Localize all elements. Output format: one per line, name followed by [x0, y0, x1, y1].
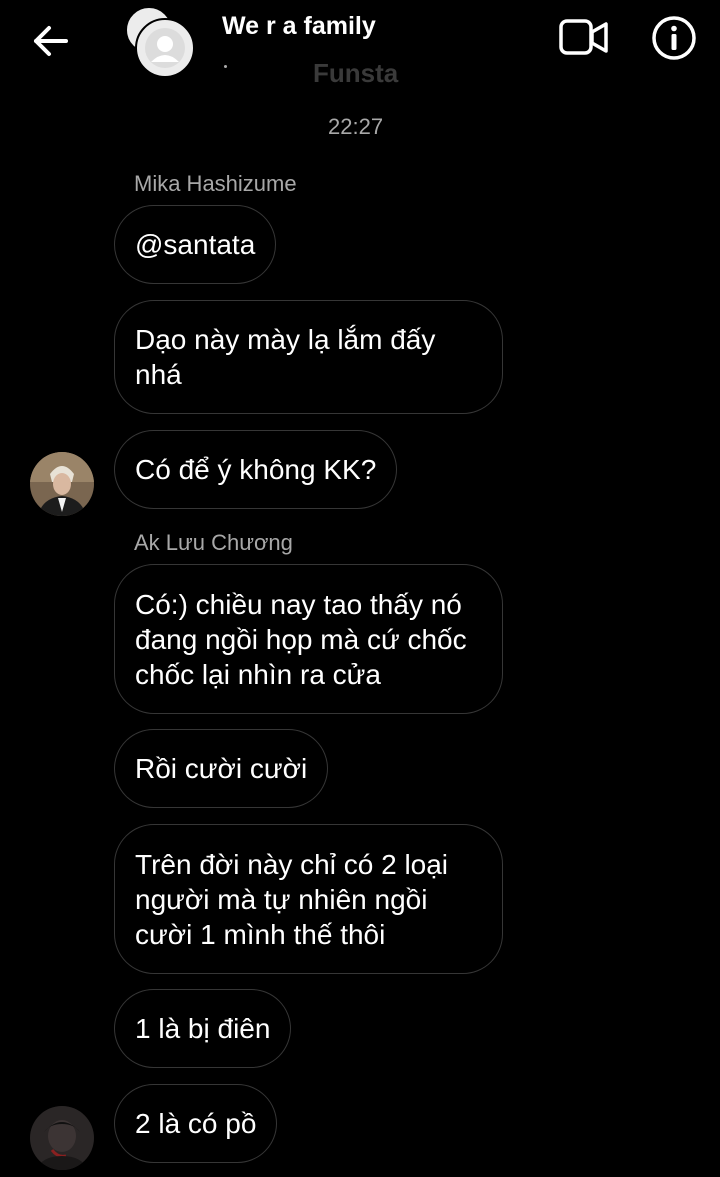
- group-avatar[interactable]: [125, 6, 197, 78]
- chat-subtitle: Funsta: [313, 58, 399, 88]
- info-button[interactable]: [651, 15, 697, 61]
- sender-name: Ak Lưu Chương: [134, 530, 293, 555]
- message-text: 2 là có pồ: [135, 1108, 257, 1139]
- message-bubble[interactable]: Rồi cười cười: [114, 729, 329, 808]
- sender-name: Mika Hashizume: [134, 171, 297, 196]
- message-bubble[interactable]: Trên đời này chỉ có 2 loại người mà tự n…: [114, 824, 503, 974]
- message-text: 1 là bị điên: [135, 1013, 271, 1044]
- message-timestamp: 22:27: [328, 114, 384, 139]
- video-call-button[interactable]: [558, 16, 610, 60]
- video-camera-icon: [559, 19, 608, 55]
- profile-photo: [30, 1106, 94, 1170]
- arrow-left-icon: [34, 26, 68, 56]
- message-text: Trên đời này chỉ có 2 loại người mà tự n…: [135, 848, 449, 950]
- message-bubble[interactable]: @santata: [114, 205, 277, 284]
- status-dot: [224, 65, 227, 68]
- message-bubble[interactable]: Dạo này mày lạ lắm đấy nhá: [114, 300, 503, 414]
- message-text: Có:) chiều nay tao thấy nó đang ngồi họp…: [135, 588, 467, 690]
- message-text: Có để ý không KK?: [135, 454, 377, 485]
- chat-title[interactable]: We r a family: [222, 12, 376, 41]
- message-text: Rồi cười cười: [135, 753, 308, 784]
- message-bubble[interactable]: Có để ý không KK?: [114, 430, 398, 509]
- message-bubble[interactable]: 2 là có pồ: [114, 1084, 278, 1163]
- back-button[interactable]: [28, 20, 72, 64]
- sender-avatar[interactable]: [30, 1106, 94, 1170]
- message-text: @santata: [135, 229, 256, 260]
- profile-photo: [30, 452, 94, 516]
- message-bubble[interactable]: 1 là bị điên: [114, 989, 292, 1068]
- default-avatar-icon: [145, 28, 185, 68]
- info-icon: [652, 16, 696, 60]
- message-bubble[interactable]: Có:) chiều nay tao thấy nó đang ngồi họp…: [114, 564, 503, 714]
- sender-avatar[interactable]: [30, 452, 94, 516]
- message-text: Dạo này mày lạ lắm đấy nhá: [135, 324, 436, 390]
